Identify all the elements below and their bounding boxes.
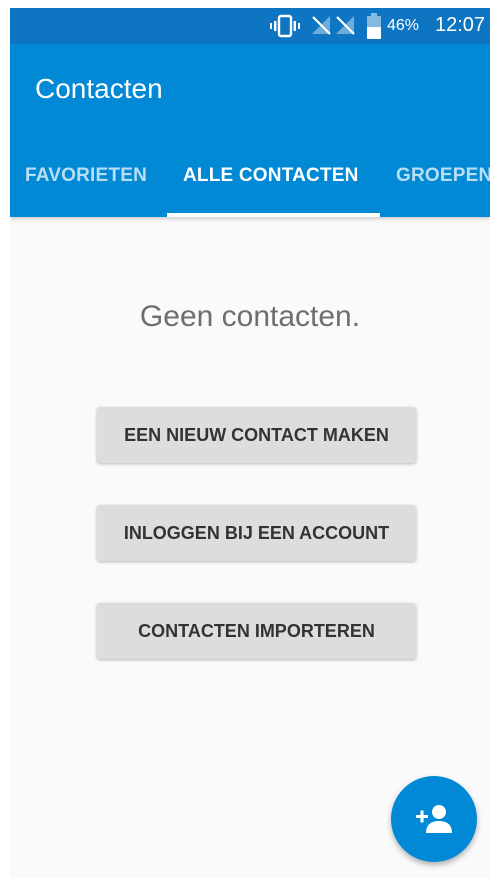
empty-state-message: Geen contacten. [139,300,361,333]
status-bar: 46% 12:07 [10,8,490,44]
import-contacts-button[interactable]: CONTACTEN IMPORTEREN [97,603,416,659]
tab-favorites[interactable]: FAVORIETEN [25,165,147,187]
tab-all-contacts[interactable]: ALLE CONTACTEN [183,165,359,187]
app-bar: Contacten FAVORIETEN ALLE CONTACTEN GROE… [10,44,490,217]
contacts-screen: 46% 12:07 Contacten FAVORIETEN ALLE CONT… [10,8,490,878]
no-signal-icon [336,16,355,35]
no-signal-icon [312,16,331,35]
add-contact-fab[interactable] [391,776,477,862]
battery-percent: 46% [387,17,420,34]
tab-groups[interactable]: GROEPEN [396,165,490,187]
clock-time: 12:07 [435,14,486,36]
vibrate-icon [270,14,300,38]
add-person-icon [416,805,452,833]
sign-in-account-button[interactable]: INLOGGEN BIJ EEN ACCOUNT [97,505,416,561]
create-contact-button[interactable]: EEN NIEUW CONTACT MAKEN [97,407,416,463]
tab-indicator [167,213,380,217]
battery-icon [367,13,381,39]
page-title: Contacten [35,73,163,104]
